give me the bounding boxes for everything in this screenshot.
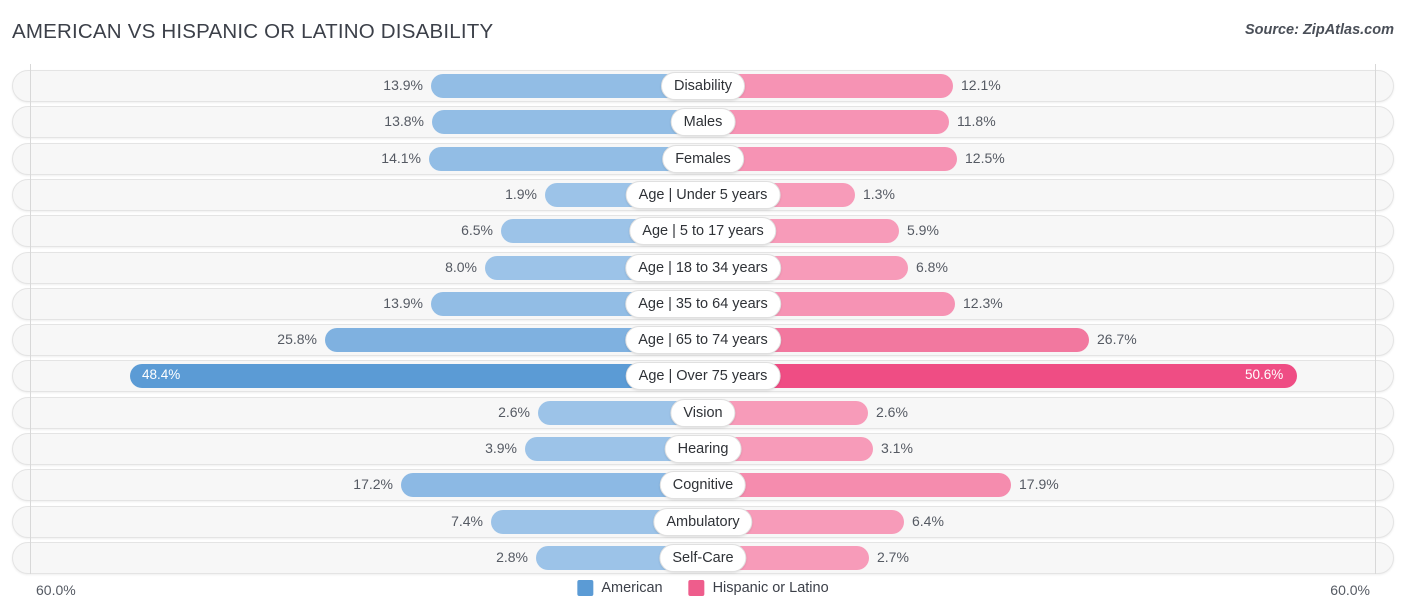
bar-row: 2.6% 2.6% Vision xyxy=(12,396,1394,429)
axis-line-left xyxy=(30,64,31,574)
value-label-american: 2.6% xyxy=(498,403,530,420)
value-label-hispanic-or-latino: 2.6% xyxy=(876,403,908,420)
value-label-hispanic-or-latino: 6.8% xyxy=(916,258,948,275)
category-label-pill: Disability xyxy=(660,72,746,100)
value-label-hispanic-or-latino: 11.8% xyxy=(957,113,996,130)
chart-legend: American Hispanic or Latino xyxy=(577,580,829,596)
bar-hispanic-or-latino[interactable] xyxy=(703,364,1297,389)
chart-page: AMERICAN VS HISPANIC OR LATINO DISABILIT… xyxy=(0,0,1406,612)
bar-american[interactable] xyxy=(432,110,703,135)
value-label-american: 8.0% xyxy=(445,258,477,275)
value-label-american: 14.1% xyxy=(381,149,421,166)
value-label-hispanic-or-latino: 12.1% xyxy=(961,77,1001,93)
page-title: AMERICAN VS HISPANIC OR LATINO DISABILIT… xyxy=(12,20,494,43)
category-label-pill: Females xyxy=(662,144,744,173)
bar-row: 7.4% 6.4% Ambulatory xyxy=(12,505,1394,538)
chart-header: AMERICAN VS HISPANIC OR LATINO DISABILIT… xyxy=(0,0,1406,58)
category-label-pill: Age | Under 5 years xyxy=(625,180,781,209)
value-label-american: 7.4% xyxy=(451,512,483,529)
value-label-hispanic-or-latino: 50.6% xyxy=(1245,367,1284,383)
value-label-american: 6.5% xyxy=(461,222,493,239)
value-label-hispanic-or-latino: 1.3% xyxy=(863,185,895,202)
legend-item[interactable]: Hispanic or Latino xyxy=(688,580,829,596)
value-label-american: 25.8% xyxy=(277,331,317,348)
category-label-pill: Cognitive xyxy=(659,471,747,500)
bar-hispanic-or-latino[interactable] xyxy=(703,473,1011,498)
bar-american[interactable] xyxy=(401,473,703,498)
bar-row: 3.9% 3.1% Hearing xyxy=(12,433,1394,465)
axis-max-right-label: 60.0% xyxy=(1330,582,1370,598)
value-label-hispanic-or-latino: 2.7% xyxy=(877,548,909,565)
category-label-pill: Vision xyxy=(670,398,736,427)
legend-swatch-icon xyxy=(688,580,705,596)
value-label-hispanic-or-latino: 17.9% xyxy=(1019,476,1059,493)
value-label-american: 48.4% xyxy=(142,367,181,383)
category-label-pill: Hearing xyxy=(664,435,742,463)
chart-footer: 60.0% 60.0% American Hispanic or Latino xyxy=(0,574,1406,612)
category-label-pill: Age | 65 to 74 years xyxy=(625,326,781,355)
axis-max-left-label: 60.0% xyxy=(36,582,76,598)
bar-american[interactable] xyxy=(130,364,703,389)
bar-row: 6.5% 5.9% Age | 5 to 17 years xyxy=(12,215,1394,248)
category-label-pill: Males xyxy=(670,108,736,137)
legend-item[interactable]: American xyxy=(577,580,663,596)
category-label-pill: Self-Care xyxy=(659,543,747,572)
value-label-hispanic-or-latino: 12.5% xyxy=(965,149,1005,166)
value-label-american: 3.9% xyxy=(485,440,517,456)
value-label-american: 13.9% xyxy=(383,294,423,311)
category-label-pill: Age | 5 to 17 years xyxy=(629,217,777,246)
value-label-american: 17.2% xyxy=(353,476,393,493)
bar-row: 8.0% 6.8% Age | 18 to 34 years xyxy=(12,251,1394,284)
category-label-pill: Age | 18 to 34 years xyxy=(625,253,781,282)
source-attribution: Source: ZipAtlas.com xyxy=(1244,22,1394,38)
value-label-hispanic-or-latino: 3.1% xyxy=(881,440,913,456)
bar-row: 14.1% 12.5% Females xyxy=(12,142,1394,175)
bar-row: 13.8% 11.8% Males xyxy=(12,106,1394,139)
bar-row: 13.9% 12.1% Disability xyxy=(12,70,1394,102)
value-label-hispanic-or-latino: 26.7% xyxy=(1097,331,1137,348)
bar-row: 48.4% 50.6% Age | Over 75 years xyxy=(12,360,1394,393)
bar-row: 13.9% 12.3% Age | 35 to 64 years xyxy=(12,287,1394,320)
value-label-american: 1.9% xyxy=(505,185,537,202)
value-label-american: 2.8% xyxy=(496,548,528,565)
value-label-american: 13.8% xyxy=(384,113,424,130)
bar-hispanic-or-latino[interactable] xyxy=(703,110,949,135)
chart-plot-area: 13.9% 12.1% Disability 13.8% 11.8% Males 14.1%… xyxy=(0,58,1406,574)
bar-row: 25.8% 26.7% Age | 65 to 74 years xyxy=(12,324,1394,357)
value-label-american: 13.9% xyxy=(383,77,423,93)
value-label-hispanic-or-latino: 6.4% xyxy=(912,512,944,529)
legend-label: American xyxy=(601,580,663,596)
category-label-pill: Age | Over 75 years xyxy=(625,362,781,391)
bar-row: 2.8% 2.7% Self-Care xyxy=(12,541,1394,574)
legend-swatch-icon xyxy=(577,580,594,596)
category-label-pill: Ambulatory xyxy=(653,507,753,536)
value-label-hispanic-or-latino: 5.9% xyxy=(907,222,939,239)
bar-row: 1.9% 1.3% Age | Under 5 years xyxy=(12,178,1394,211)
bar-row: 17.2% 17.9% Cognitive xyxy=(12,469,1394,502)
value-label-hispanic-or-latino: 12.3% xyxy=(963,294,1003,311)
category-label-pill: Age | 35 to 64 years xyxy=(625,289,781,318)
axis-line-right xyxy=(1375,64,1376,574)
legend-label: Hispanic or Latino xyxy=(712,580,829,596)
